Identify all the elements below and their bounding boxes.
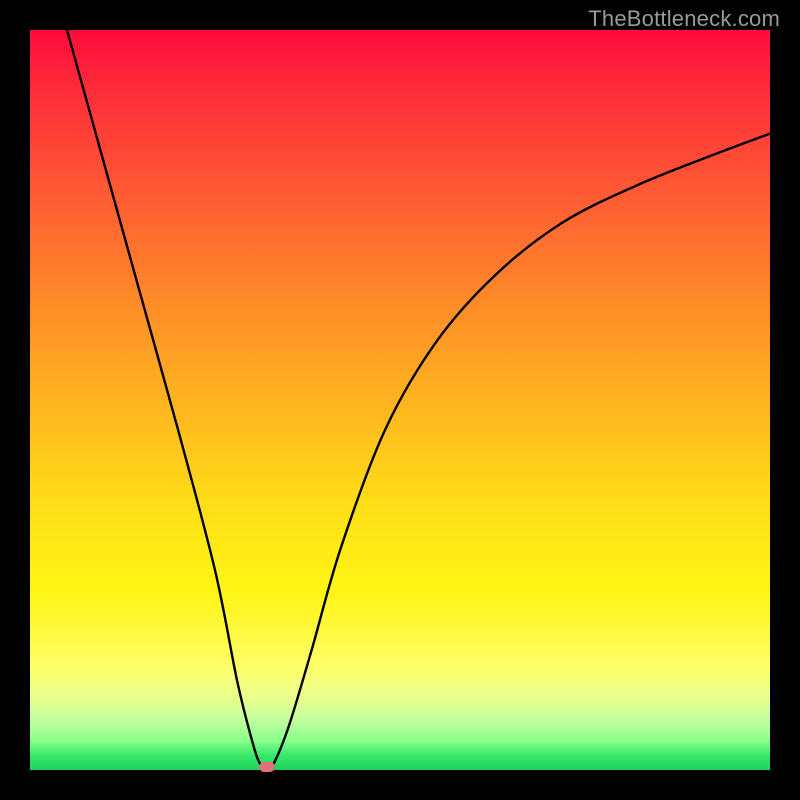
plot-area xyxy=(30,30,770,770)
optimal-point-marker xyxy=(259,762,275,772)
chart-outer-frame: TheBottleneck.com xyxy=(0,0,800,800)
watermark-text: TheBottleneck.com xyxy=(588,6,780,32)
bottleneck-curve xyxy=(67,30,770,770)
curve-layer xyxy=(30,30,770,770)
